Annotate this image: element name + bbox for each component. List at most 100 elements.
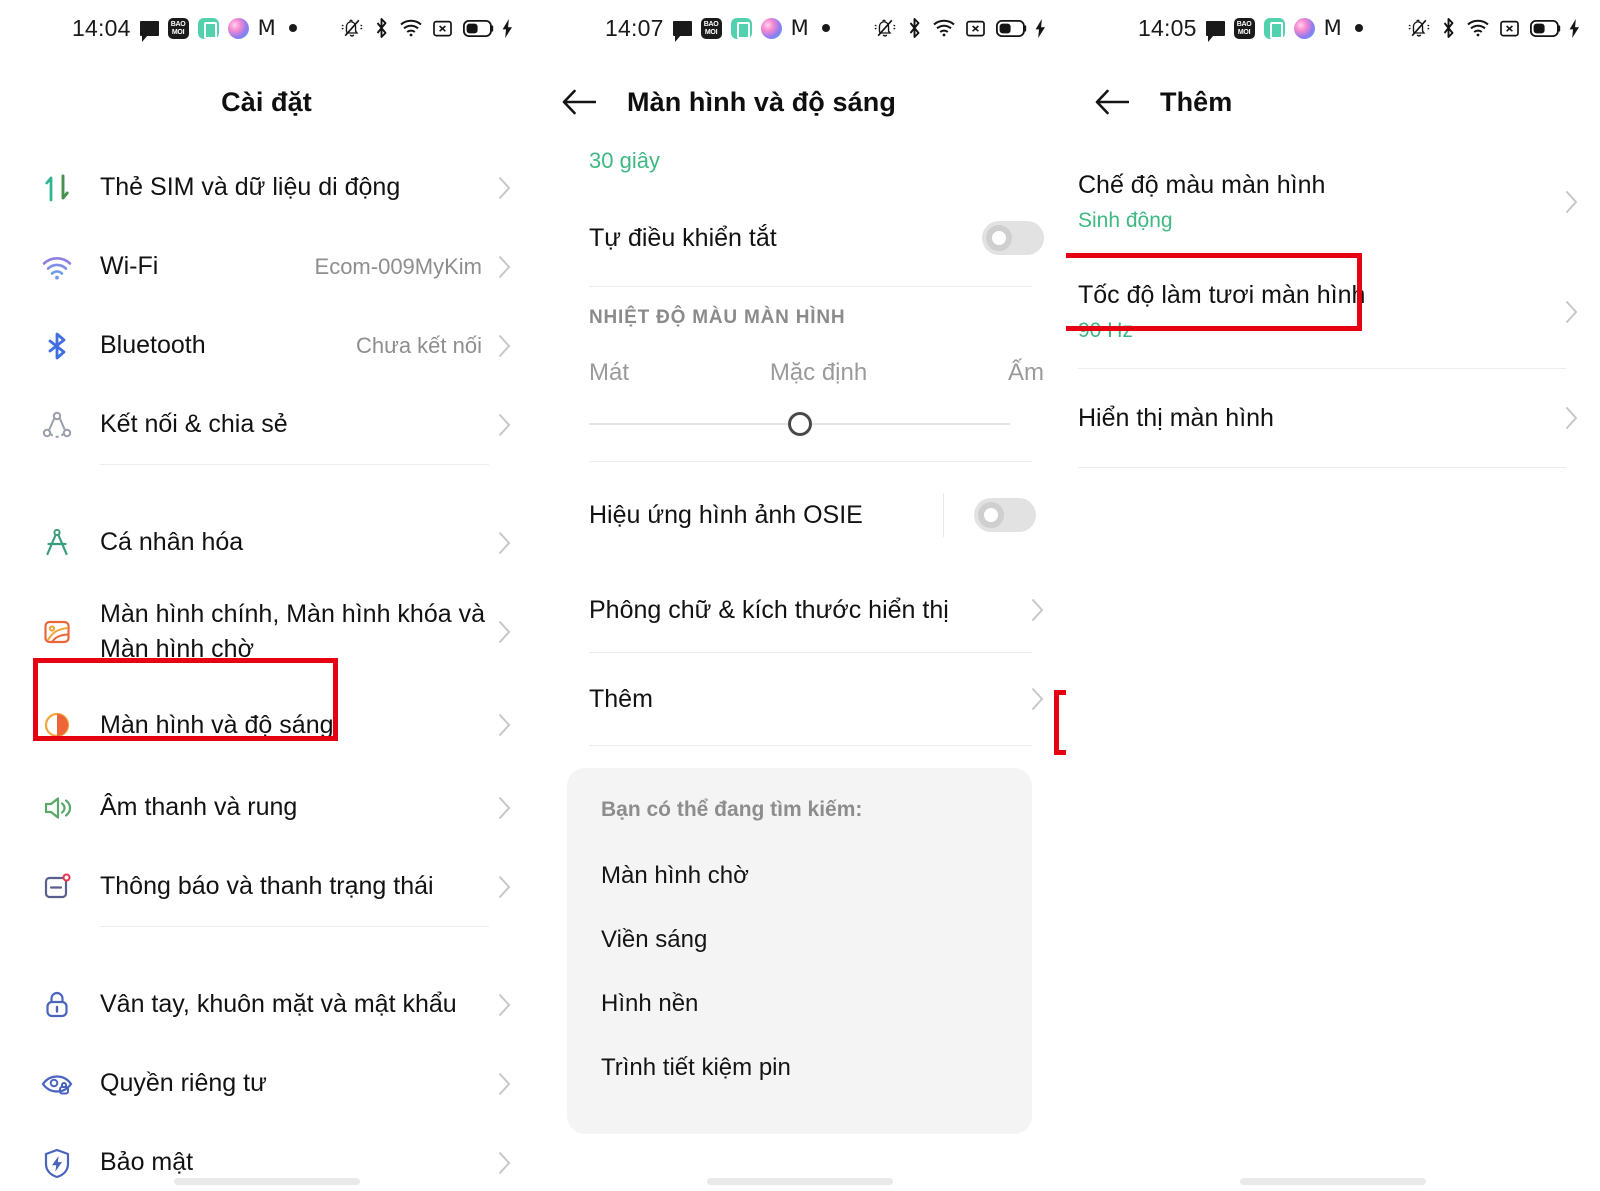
settings-row-bluetooth[interactable]: Bluetooth Chưa kết nối: [0, 306, 533, 385]
title-bar-2: Màn hình và độ sáng: [533, 56, 1066, 148]
settings-row-personalize[interactable]: Cá nhân hóa: [0, 503, 533, 582]
settings-row-connection[interactable]: Kết nối & chia sẻ: [0, 385, 533, 464]
settings-row-label: Bluetooth: [100, 331, 206, 359]
gradient-app-icon: [760, 17, 782, 39]
settings-row-biometrics[interactable]: Vân tay, khuôn mặt và mật khẩu: [0, 965, 533, 1044]
refresh-rate-label: Tốc độ làm tươi màn hình: [1078, 281, 1366, 309]
wifi-icon: [400, 19, 422, 37]
chevron-right-icon: [498, 176, 511, 199]
bluetooth-icon: [1443, 18, 1454, 38]
more-list: Chế độ màu màn hình Sinh động Tốc độ làm…: [1066, 148, 1600, 468]
osie-label: Hiệu ứng hình ảnh OSIE: [589, 500, 863, 529]
chevron-right-icon: [1565, 190, 1578, 214]
settings-row-label: Thẻ SIM và dữ liệu di động: [100, 173, 401, 201]
status-bar-right-1: [341, 17, 513, 39]
message-icon: [1205, 20, 1225, 42]
status-bar-left-3: 14:05 BAO MOI: [1138, 15, 1363, 42]
back-arrow-icon[interactable]: [557, 80, 601, 124]
privacy-icon: [30, 1066, 84, 1102]
temp-default-label: Mặc định: [769, 359, 868, 386]
settings-row-privacy[interactable]: Quyền riêng tư: [0, 1044, 533, 1123]
charging-bolt-icon: [1035, 18, 1045, 38]
bluetooth-icon: [909, 18, 920, 38]
status-bar-right-2: [874, 17, 1046, 39]
font-size-label: Phông chữ & kích thước hiển thị: [589, 595, 949, 624]
settings-row-label: Thông báo và thanh trạng thái: [100, 872, 434, 900]
chevron-right-icon: [498, 413, 511, 436]
x-box-icon: [966, 20, 985, 36]
color-temperature-slider[interactable]: [589, 387, 1010, 461]
slider-thumb[interactable]: [787, 412, 812, 436]
sim-data-icon: [30, 170, 84, 206]
display-list: 30 giây Tự điều khiển tắt NHIỆT ĐỘ MÀU M…: [533, 148, 1066, 1134]
settings-row-wifi[interactable]: Wi-Fi Ecom-009MyKim: [0, 227, 533, 306]
page-title: Màn hình và độ sáng: [627, 86, 896, 117]
gmail-icon: [258, 20, 280, 37]
status-time: 14:07: [605, 14, 664, 41]
status-time: 14:05: [1138, 14, 1197, 41]
baomoi-icon: BAO MOI: [167, 17, 189, 39]
settings-row-label: Màn hình chính, Màn hình khóa và Màn hìn…: [100, 600, 485, 663]
chevron-right-icon: [1031, 598, 1044, 622]
charging-bolt-icon: [502, 18, 512, 38]
chevron-right-icon: [498, 531, 511, 554]
chevron-right-icon: [1565, 406, 1578, 430]
suggestion-item[interactable]: Hình nền: [601, 972, 998, 1036]
status-bar-left-1: 14:04 BAO MOI: [72, 15, 297, 42]
settings-row-sound[interactable]: Âm thanh và rung: [0, 768, 533, 847]
more-row[interactable]: Thêm: [533, 653, 1066, 745]
settings-row-label: Âm thanh và rung: [100, 793, 298, 821]
x-box-icon: [433, 20, 452, 36]
settings-row-label: Bảo mật: [100, 1148, 194, 1176]
settings-row-value: Chưa kết nối: [355, 332, 482, 358]
settings-row-display-brightness[interactable]: Màn hình và độ sáng: [0, 682, 533, 768]
settings-row-label: Vân tay, khuôn mặt và mật khẩu: [100, 990, 457, 1018]
auto-off-row[interactable]: Tự điều khiển tắt: [533, 190, 1066, 286]
mute-bell-icon: [874, 19, 896, 37]
wifi-icon: [30, 249, 84, 285]
status-bar-2: 14:07 BAO MOI: [533, 0, 1066, 56]
settings-row-label: Quyền riêng tư: [100, 1069, 267, 1097]
three-panel-screenshot: 14:04 BAO MOI M Cài đặt Thẻ SIM và dữ li…: [0, 0, 1600, 1191]
color-mode-row[interactable]: Chế độ màu màn hình Sinh động: [1066, 148, 1600, 256]
refresh-rate-row[interactable]: Tốc độ làm tươi màn hình 90 Hz: [1066, 256, 1600, 368]
settings-row-homescreen[interactable]: Màn hình chính, Màn hình khóa và Màn hìn…: [0, 582, 533, 682]
toggle-knob: [986, 225, 1012, 251]
suggestion-card-title: Bạn có thể đang tìm kiếm:: [601, 798, 863, 821]
sleep-timeout-value-row[interactable]: 30 giây: [533, 148, 1066, 190]
suggestion-item[interactable]: Trình tiết kiệm pin: [601, 1036, 998, 1100]
back-arrow-icon[interactable]: [1090, 80, 1134, 124]
color-mode-label: Chế độ màu màn hình: [1078, 171, 1326, 199]
chevron-right-icon: [1565, 300, 1578, 324]
panel-display-brightness: 14:07 BAO MOI M Màn hình và độ sáng 30 g…: [533, 0, 1066, 1191]
panel-settings: 14:04 BAO MOI M Cài đặt Thẻ SIM và dữ li…: [0, 0, 533, 1191]
osie-toggle[interactable]: [974, 498, 1036, 532]
screen-display-row[interactable]: Hiển thị màn hình: [1066, 369, 1600, 467]
gradient-app-icon: [227, 17, 249, 39]
osie-row[interactable]: Hiệu ứng hình ảnh OSIE: [533, 462, 1066, 568]
suggestion-item[interactable]: Màn hình chờ: [601, 844, 998, 908]
teal-app-icon: [1263, 17, 1285, 39]
settings-row-sim[interactable]: Thẻ SIM và dữ liệu di động: [0, 148, 533, 227]
screen-display-label: Hiển thị màn hình: [1078, 403, 1274, 432]
settings-row-notifications[interactable]: Thông báo và thanh trạng thái: [0, 847, 533, 926]
font-size-row[interactable]: Phông chữ & kích thước hiển thị: [533, 568, 1066, 652]
status-bar-3: 14:05 BAO MOI: [1066, 0, 1600, 56]
gesture-nav-bar[interactable]: [706, 1178, 893, 1185]
list-gap: [0, 465, 533, 503]
battery-icon: [1530, 19, 1561, 37]
color-temperature-section-header: NHIỆT ĐỘ MÀU MÀN HÌNH: [589, 307, 846, 328]
auto-off-toggle[interactable]: [982, 221, 1044, 255]
battery-icon: [463, 19, 494, 37]
chevron-right-icon: [498, 1151, 511, 1174]
gesture-nav-bar[interactable]: [173, 1178, 360, 1185]
suggestion-item[interactable]: Viền sáng: [601, 908, 998, 972]
gesture-nav-bar[interactable]: [1240, 1178, 1426, 1185]
chevron-right-icon: [498, 1072, 511, 1095]
baomoi-icon: BAO MOI: [700, 17, 722, 39]
mute-bell-icon: [1408, 19, 1430, 37]
chevron-right-icon: [498, 334, 511, 357]
temp-warm-label: Ấm: [1008, 359, 1044, 386]
auto-off-label: Tự điều khiển tắt: [589, 223, 777, 252]
connection-icon: [30, 407, 84, 443]
